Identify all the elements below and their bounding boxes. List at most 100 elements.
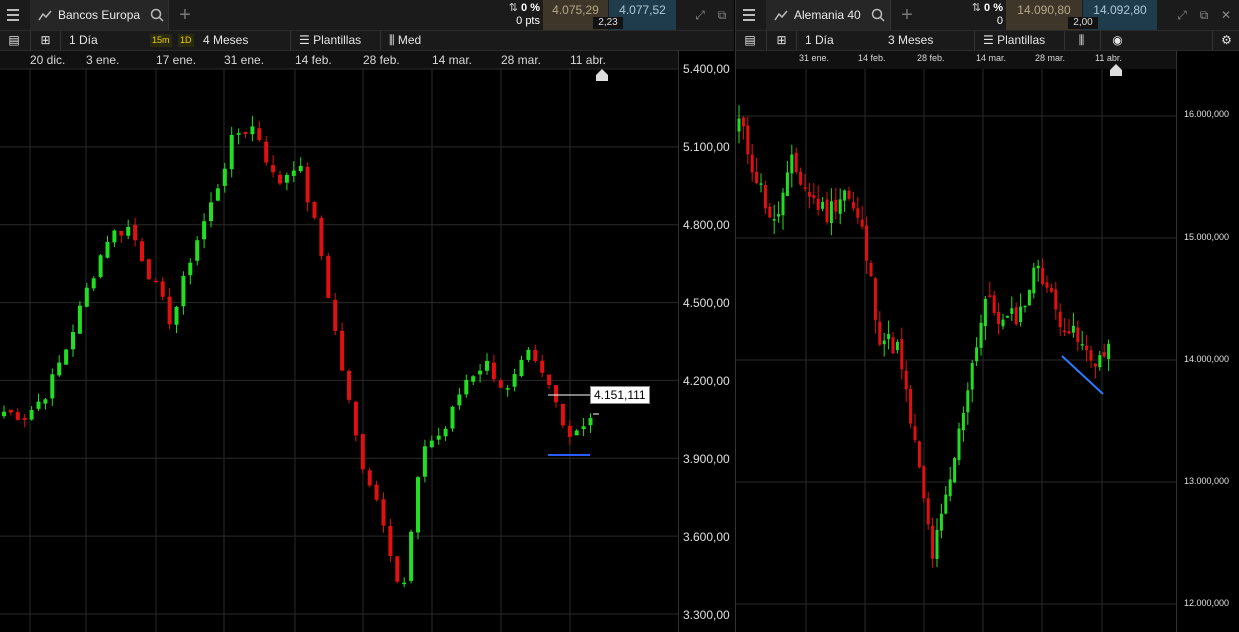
candle-body <box>526 349 531 360</box>
y-tick-label: 3.900,00 <box>683 452 730 466</box>
candle-body <box>457 394 462 406</box>
close-icon[interactable]: ✕ <box>1218 7 1234 23</box>
candle-body <box>763 184 767 209</box>
y-tick-label: 12.000,000 <box>1184 598 1230 608</box>
candle-body <box>374 484 379 500</box>
candle-body <box>491 362 496 380</box>
price-axis: 16.000,000 15.000,000 14.000,000 13.000,… <box>1176 51 1239 632</box>
home-icon[interactable] <box>596 69 608 81</box>
trend-line <box>1061 355 1104 395</box>
candle-body <box>1071 325 1075 333</box>
candle-body <box>271 165 276 173</box>
candle-body <box>1014 307 1018 324</box>
candle-body <box>209 202 213 222</box>
candle-body <box>975 347 979 362</box>
candle-body <box>574 430 579 436</box>
candle-body <box>353 401 358 436</box>
candle-body <box>931 525 935 559</box>
candle-body <box>257 128 262 141</box>
candle-body <box>188 262 193 276</box>
y-tick-label: 14.000,000 <box>1184 354 1230 364</box>
candle-body <box>8 409 13 413</box>
candle-body <box>478 370 483 375</box>
candle-body <box>215 188 220 201</box>
candle-body <box>887 334 891 340</box>
candle-body <box>360 434 365 470</box>
candle-body <box>402 582 407 585</box>
candle-body <box>961 413 965 431</box>
candle-body <box>409 531 414 581</box>
candle-body <box>1054 289 1058 310</box>
candle-body <box>464 379 469 395</box>
candle-body <box>547 374 552 385</box>
settings-icon[interactable]: ⚙ <box>1212 31 1239 50</box>
candle-body <box>326 255 331 298</box>
candle-body <box>759 183 763 185</box>
candle-body <box>71 332 75 350</box>
expand-icon[interactable]: ⤢ <box>1174 7 1190 23</box>
candle-body <box>250 126 255 135</box>
candle-body <box>319 217 324 256</box>
candle-body <box>2 411 6 417</box>
candle-body <box>505 388 510 390</box>
candle-body <box>1036 265 1040 269</box>
y-tick-label: 4.500,00 <box>683 296 730 310</box>
candle-body <box>1045 282 1049 288</box>
price-marker[interactable]: 4.151,111 <box>590 386 650 404</box>
candle-body <box>895 342 899 351</box>
candle-body <box>533 349 538 362</box>
candle-body <box>429 440 434 448</box>
popout-icon[interactable]: ⧉ <box>1196 7 1212 23</box>
candle-body <box>222 168 227 186</box>
candle-body <box>126 226 131 236</box>
candle-body <box>939 513 943 531</box>
candle-body <box>957 428 961 461</box>
candle-body <box>278 174 282 184</box>
candle-body <box>935 529 939 560</box>
candle-body <box>843 190 847 201</box>
candle-body <box>1085 345 1089 351</box>
candle-body <box>91 278 96 289</box>
home-icon[interactable] <box>1110 64 1122 76</box>
candle-body <box>105 241 110 258</box>
candle-body <box>381 499 386 526</box>
candle-body <box>57 362 62 376</box>
candle-body <box>395 556 400 582</box>
candle-body <box>750 154 754 173</box>
candle-body <box>878 321 882 345</box>
candlestick-chart[interactable] <box>736 0 1176 632</box>
y-tick-label: 5.100,00 <box>683 140 730 154</box>
candle-body <box>882 340 886 345</box>
candle-body <box>84 287 89 307</box>
candlestick-chart[interactable] <box>0 0 678 632</box>
candle-body <box>340 330 345 371</box>
candle-body <box>970 363 974 390</box>
candle-body <box>229 134 234 170</box>
candle-body <box>851 202 855 209</box>
candle-body <box>829 201 833 224</box>
candle-body <box>140 241 144 262</box>
candle-body <box>926 498 930 525</box>
popout-icon[interactable]: ⧉ <box>714 7 730 23</box>
candle-body <box>443 428 448 437</box>
candle-body <box>917 441 921 468</box>
candle-body <box>485 360 489 371</box>
candle-body <box>50 374 55 399</box>
candle-body <box>1063 330 1067 333</box>
candle-body <box>988 295 992 297</box>
candle-body <box>554 385 558 403</box>
candle-body <box>1076 327 1080 343</box>
candle-body <box>567 425 572 437</box>
expand-icon[interactable]: ⤢ <box>692 7 708 23</box>
candle-body <box>236 133 241 135</box>
chart-panel-right: Alemania 40 + ⇅ 0 % 0 14.090,80 14.092,8… <box>735 0 1239 632</box>
candle-body <box>992 295 996 314</box>
candle-body <box>1049 287 1053 292</box>
candle-body <box>153 280 158 283</box>
y-tick-label: 3.600,00 <box>683 530 730 544</box>
candle-body <box>953 458 957 483</box>
candle-body <box>264 141 269 163</box>
candle-body <box>860 219 864 227</box>
candle-body <box>983 298 987 327</box>
candle-body <box>77 305 82 334</box>
